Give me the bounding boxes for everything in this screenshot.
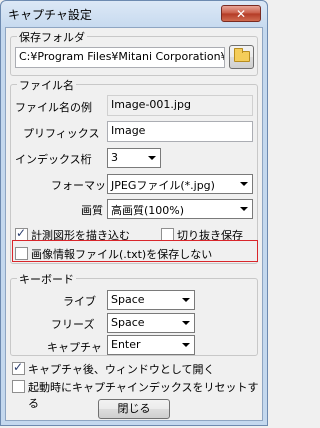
prefix-label: プリフィックス — [23, 127, 100, 140]
chevron-down-icon — [240, 207, 248, 211]
index-digits-select[interactable]: 3 — [107, 148, 161, 168]
highlight-box — [12, 240, 258, 262]
prefix-input[interactable]: Image — [107, 121, 253, 142]
live-key-value: Space — [111, 293, 145, 306]
quality-value: 高画質(100%) — [111, 204, 185, 217]
capture-key-label: キャプチャ — [47, 341, 102, 354]
save-folder-group: 保存フォルダ C:¥Program Files¥Mitani Corporati… — [10, 29, 258, 76]
chevron-down-icon — [148, 156, 156, 160]
filename-example-label: ファイル名の例 — [15, 101, 92, 114]
chevron-down-icon — [182, 298, 190, 302]
chevron-down-icon — [182, 343, 190, 347]
format-select[interactable]: JPEGファイル(*.jpg) — [107, 174, 253, 194]
window-close-button[interactable]: ✕ — [221, 5, 261, 22]
format-value: JPEGファイル(*.jpg) — [111, 179, 215, 192]
capture-settings-window: キャプチャ設定 ✕ 保存フォルダ C:¥Program Files¥Mitani… — [0, 0, 268, 426]
freeze-key-value: Space — [111, 316, 145, 329]
save-folder-path-input[interactable]: C:¥Program Files¥Mitani Corporation¥Wi — [15, 47, 225, 68]
quality-select[interactable]: 高画質(100%) — [107, 199, 253, 219]
keyboard-group: キーボード ライブ Space フリーズ Space キャプチャ Enter — [10, 271, 258, 356]
filename-group: ファイル名 ファイル名の例 Image-001.jpg プリフィックス Imag… — [10, 77, 258, 264]
capture-key-value: Enter — [111, 338, 141, 351]
close-button[interactable]: 閉じる — [98, 399, 170, 419]
freeze-key-label: フリーズ — [51, 318, 95, 331]
dialog-client-area: 保存フォルダ C:¥Program Files¥Mitani Corporati… — [5, 27, 263, 421]
save-folder-group-label: 保存フォルダ — [17, 29, 87, 45]
chevron-down-icon — [240, 182, 248, 186]
open-window-after-checkbox[interactable] — [12, 360, 25, 375]
quality-label: 画質 — [81, 204, 103, 217]
capture-key-select[interactable]: Enter — [107, 335, 195, 355]
chevron-down-icon — [182, 321, 190, 325]
freeze-key-select[interactable]: Space — [107, 313, 195, 333]
keyboard-group-label: キーボード — [17, 271, 76, 287]
live-key-label: ライブ — [63, 295, 96, 308]
window-title: キャプチャ設定 — [8, 8, 92, 22]
index-digits-label: インデックス桁 — [15, 153, 92, 166]
title-bar[interactable]: キャプチャ設定 ✕ — [1, 1, 267, 27]
index-digits-value: 3 — [111, 151, 118, 164]
live-key-select[interactable]: Space — [107, 290, 195, 310]
filename-group-label: ファイル名 — [17, 77, 76, 93]
browse-folder-button[interactable] — [229, 45, 254, 69]
filename-example-value: Image-001.jpg — [107, 95, 253, 116]
reset-index-checkbox[interactable] — [12, 380, 25, 393]
open-window-after-label: キャプチャ後、ウィンドウとして開く — [28, 363, 215, 376]
close-icon: ✕ — [235, 7, 247, 21]
folder-icon — [234, 48, 250, 62]
